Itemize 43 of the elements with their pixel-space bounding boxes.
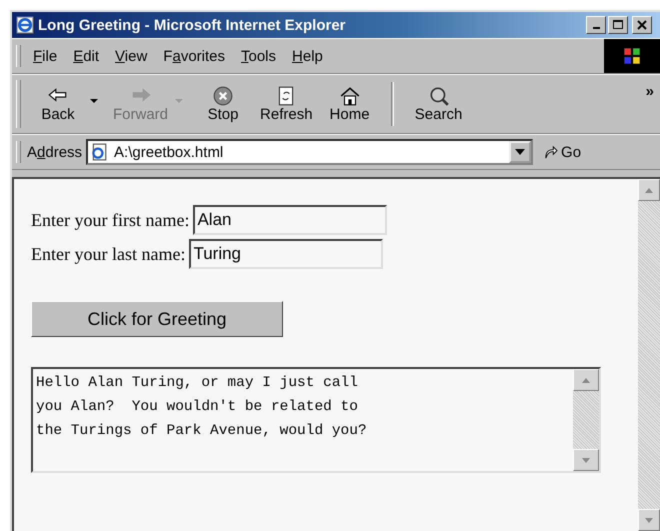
home-button[interactable]: Home bbox=[318, 84, 381, 124]
scroll-up-icon bbox=[645, 188, 653, 192]
page-icon bbox=[90, 143, 108, 161]
menu-item[interactable]: Edit bbox=[67, 46, 106, 66]
close-button[interactable] bbox=[632, 16, 652, 34]
greeting-text-area[interactable]: Hello Alan Turing, or may I just call you Alan? You wouldn't be related to the Turings of Park Avenue, would you? bbox=[31, 367, 601, 473]
maximize-button[interactable] bbox=[608, 16, 628, 34]
stop-icon bbox=[212, 86, 234, 106]
browser-logo-icon bbox=[16, 16, 34, 34]
scroll-down-icon bbox=[582, 458, 590, 462]
search-icon bbox=[428, 86, 450, 106]
field-label: Enter your first name: bbox=[31, 210, 190, 230]
address-label: Address bbox=[27, 144, 82, 160]
menu-item[interactable]: Favorites bbox=[157, 46, 231, 66]
go-button[interactable]: Go bbox=[543, 144, 582, 160]
refresh-button[interactable]: Refresh bbox=[254, 84, 319, 124]
scroll-down-icon bbox=[645, 518, 653, 522]
page-scrollbar[interactable] bbox=[638, 179, 660, 531]
field-label: Enter your last name: bbox=[31, 244, 186, 264]
menu-item[interactable]: Tools bbox=[235, 46, 282, 66]
stop-button[interactable]: Stop bbox=[192, 84, 254, 124]
menu-item[interactable]: Help bbox=[286, 46, 329, 66]
menu-item[interactable]: View bbox=[109, 46, 154, 66]
text-area-scrollbar[interactable] bbox=[573, 369, 599, 471]
minimize-icon bbox=[592, 27, 600, 29]
search-button[interactable]: Search bbox=[408, 84, 470, 124]
windows-logo-icon bbox=[604, 39, 660, 73]
scroll-up-icon bbox=[582, 378, 590, 382]
text-input-field[interactable]: Alan bbox=[193, 205, 388, 235]
back-button[interactable]: Back bbox=[27, 84, 89, 124]
maximize-icon bbox=[610, 18, 626, 32]
menu-item[interactable]: File bbox=[27, 46, 64, 66]
address-field[interactable]: A:\greetbox.html bbox=[86, 139, 534, 165]
greeting-button[interactable]: Click for Greeting bbox=[31, 301, 283, 337]
dropdown-caret-icon[interactable] bbox=[89, 97, 99, 105]
window-title: Long Greeting - Microsoft Internet Explorer bbox=[38, 16, 347, 34]
go-arrow-icon bbox=[543, 144, 558, 160]
house-icon bbox=[338, 86, 361, 106]
more-buttons-chevron[interactable]: » bbox=[646, 83, 654, 100]
dropdown-button[interactable] bbox=[509, 141, 532, 163]
minimize-button[interactable] bbox=[586, 16, 606, 34]
caret-icon bbox=[515, 149, 526, 155]
text-input-field[interactable]: Turing bbox=[189, 239, 384, 269]
